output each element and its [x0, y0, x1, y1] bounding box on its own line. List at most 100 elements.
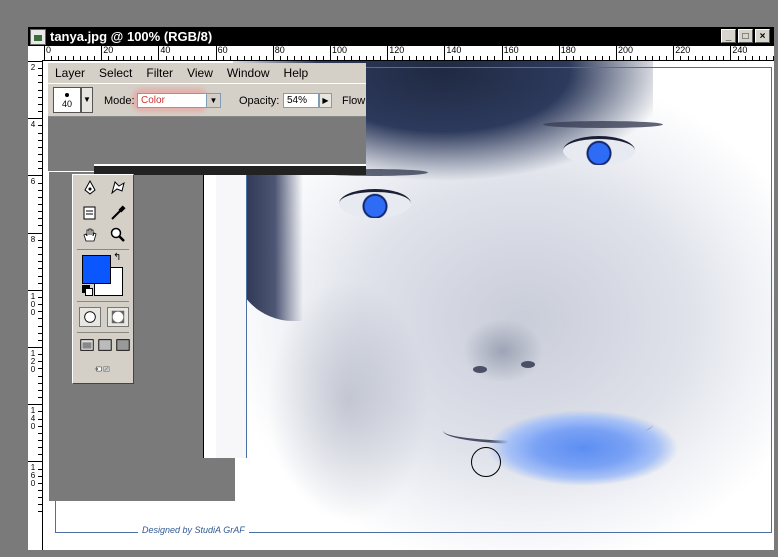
- ruler-minor-tick: [773, 56, 774, 60]
- ruler-minor-tick: [38, 475, 42, 477]
- ruler-minor-tick: [38, 354, 42, 356]
- zoom-icon[interactable]: [107, 225, 129, 245]
- menu-view[interactable]: View: [180, 66, 220, 80]
- blend-mode-select[interactable]: Color ▼: [137, 93, 221, 108]
- ruler-minor-tick: [38, 146, 42, 148]
- ruler-minor-tick: [222, 56, 224, 60]
- ruler-minor-tick: [494, 56, 496, 60]
- ruler-major-tick: [28, 61, 42, 62]
- ruler-minor-tick: [523, 56, 525, 60]
- ruler-minor-tick: [58, 56, 60, 60]
- ruler-major-tick: [272, 46, 274, 60]
- brush-dropdown-button[interactable]: ▼: [81, 87, 93, 113]
- standard-mode-icon[interactable]: [79, 307, 101, 327]
- ruler-minor-tick: [258, 56, 260, 60]
- minimize-button[interactable]: _: [721, 29, 736, 43]
- jump-to-imageready-icon[interactable]: [79, 359, 127, 379]
- photoshop-document-icon: [30, 28, 46, 45]
- ruler-minor-tick: [608, 56, 610, 60]
- ruler-minor-tick: [38, 432, 42, 434]
- ruler-minor-tick: [72, 56, 74, 60]
- standard-screen-icon[interactable]: [79, 335, 95, 355]
- ruler-major-tick: [387, 46, 389, 60]
- ruler-minor-tick: [38, 482, 42, 484]
- full-screen-menu-icon[interactable]: [97, 335, 113, 355]
- ruler-minor-tick: [287, 56, 289, 60]
- hand-icon[interactable]: [79, 225, 101, 245]
- ruler-minor-tick: [587, 56, 589, 60]
- ruler-major-tick: [28, 175, 42, 177]
- eyedropper-icon[interactable]: [107, 203, 129, 223]
- opacity-slider-button[interactable]: ▶: [319, 93, 332, 108]
- full-screen-icon[interactable]: [115, 335, 131, 355]
- ruler-minor-tick: [580, 56, 582, 60]
- ruler-minor-tick: [294, 56, 296, 60]
- ruler-label: 160: [503, 46, 519, 55]
- ruler-label: 6: [30, 177, 36, 187]
- pen-icon[interactable]: [79, 178, 101, 198]
- ruler-minor-tick: [401, 56, 403, 60]
- brush-options-bar: 40 ▼ Mode: Color ▼ Opacity: 54% ▶ Flow: [48, 83, 366, 117]
- ruler-minor-tick: [301, 56, 303, 60]
- ruler-minor-tick: [38, 139, 42, 141]
- ruler-minor-tick: [394, 56, 396, 60]
- custom-shape-icon[interactable]: [107, 178, 129, 198]
- ruler-minor-tick: [38, 497, 42, 499]
- swap-colors-icon[interactable]: ↰: [113, 253, 123, 263]
- ruler-minor-tick: [716, 56, 718, 60]
- ruler-minor-tick: [38, 225, 42, 227]
- ruler-major-tick: [558, 46, 560, 60]
- ruler-minor-tick: [38, 411, 42, 413]
- foreground-color-swatch[interactable]: [82, 255, 111, 284]
- document-titlebar[interactable]: tanya.jpg @ 100% (RGB/8) _ □ ×: [28, 27, 774, 46]
- ruler-minor-tick: [94, 56, 96, 60]
- horizontal-ruler[interactable]: 0 20 40 60 80 100 120 140 160 180 200 220 240: [28, 46, 774, 61]
- ruler-minor-tick: [38, 397, 42, 399]
- chevron-down-icon: ▼: [206, 94, 220, 107]
- ruler-label: 0: [46, 46, 52, 55]
- opacity-input[interactable]: 54%: [283, 93, 319, 108]
- toolbox-row-screen: [79, 335, 131, 355]
- menu-layer[interactable]: Layer: [48, 66, 92, 80]
- ruler-minor-tick: [237, 56, 239, 60]
- menu-filter[interactable]: Filter: [139, 66, 180, 80]
- ruler-minor-tick: [766, 56, 768, 60]
- notes-icon[interactable]: [79, 203, 101, 223]
- menu-window[interactable]: Window: [220, 66, 277, 80]
- quick-mask-icon[interactable]: [107, 307, 129, 327]
- default-colors-icon[interactable]: [82, 285, 93, 296]
- brush-preset-picker[interactable]: 40: [53, 87, 81, 113]
- ruler-minor-tick: [38, 254, 42, 256]
- ruler-minor-tick: [651, 56, 653, 60]
- ruler-minor-tick: [38, 246, 42, 248]
- toolbox-separator: [77, 301, 129, 302]
- toolbox-separator: [77, 249, 129, 250]
- second-window-canvas: [216, 173, 247, 458]
- ruler-minor-tick: [422, 56, 424, 60]
- ruler-minor-tick: [701, 56, 703, 60]
- document-title: tanya.jpg @ 100% (RGB/8): [50, 29, 213, 44]
- ruler-major-tick: [44, 46, 45, 60]
- ruler-minor-tick: [694, 56, 696, 60]
- ruler-minor-tick: [38, 161, 42, 163]
- menu-help[interactable]: Help: [277, 66, 316, 80]
- ruler-major-tick: [28, 461, 42, 463]
- maximize-button[interactable]: □: [738, 29, 753, 43]
- ruler-label: 140: [446, 46, 462, 55]
- ruler-minor-tick: [315, 56, 317, 60]
- ruler-major-tick: [444, 46, 446, 60]
- ruler-minor-tick: [38, 132, 42, 134]
- vertical-ruler[interactable]: 2 4 6 8 1 0 0 1 2 0 1 4 0 1 6 0: [28, 60, 43, 550]
- ruler-minor-tick: [351, 56, 353, 60]
- second-window-ruler: [203, 173, 216, 458]
- ruler-minor-tick: [194, 56, 196, 60]
- ruler-label: 100: [332, 46, 348, 55]
- ruler-minor-tick: [279, 56, 281, 60]
- flow-label: Flow: [342, 95, 366, 107]
- ruler-label: 60: [217, 46, 228, 55]
- close-button[interactable]: ×: [755, 29, 770, 43]
- ruler-minor-tick: [408, 56, 410, 60]
- ruler-major-tick: [28, 232, 42, 234]
- menu-select[interactable]: Select: [92, 66, 139, 80]
- ruler-minor-tick: [115, 56, 117, 60]
